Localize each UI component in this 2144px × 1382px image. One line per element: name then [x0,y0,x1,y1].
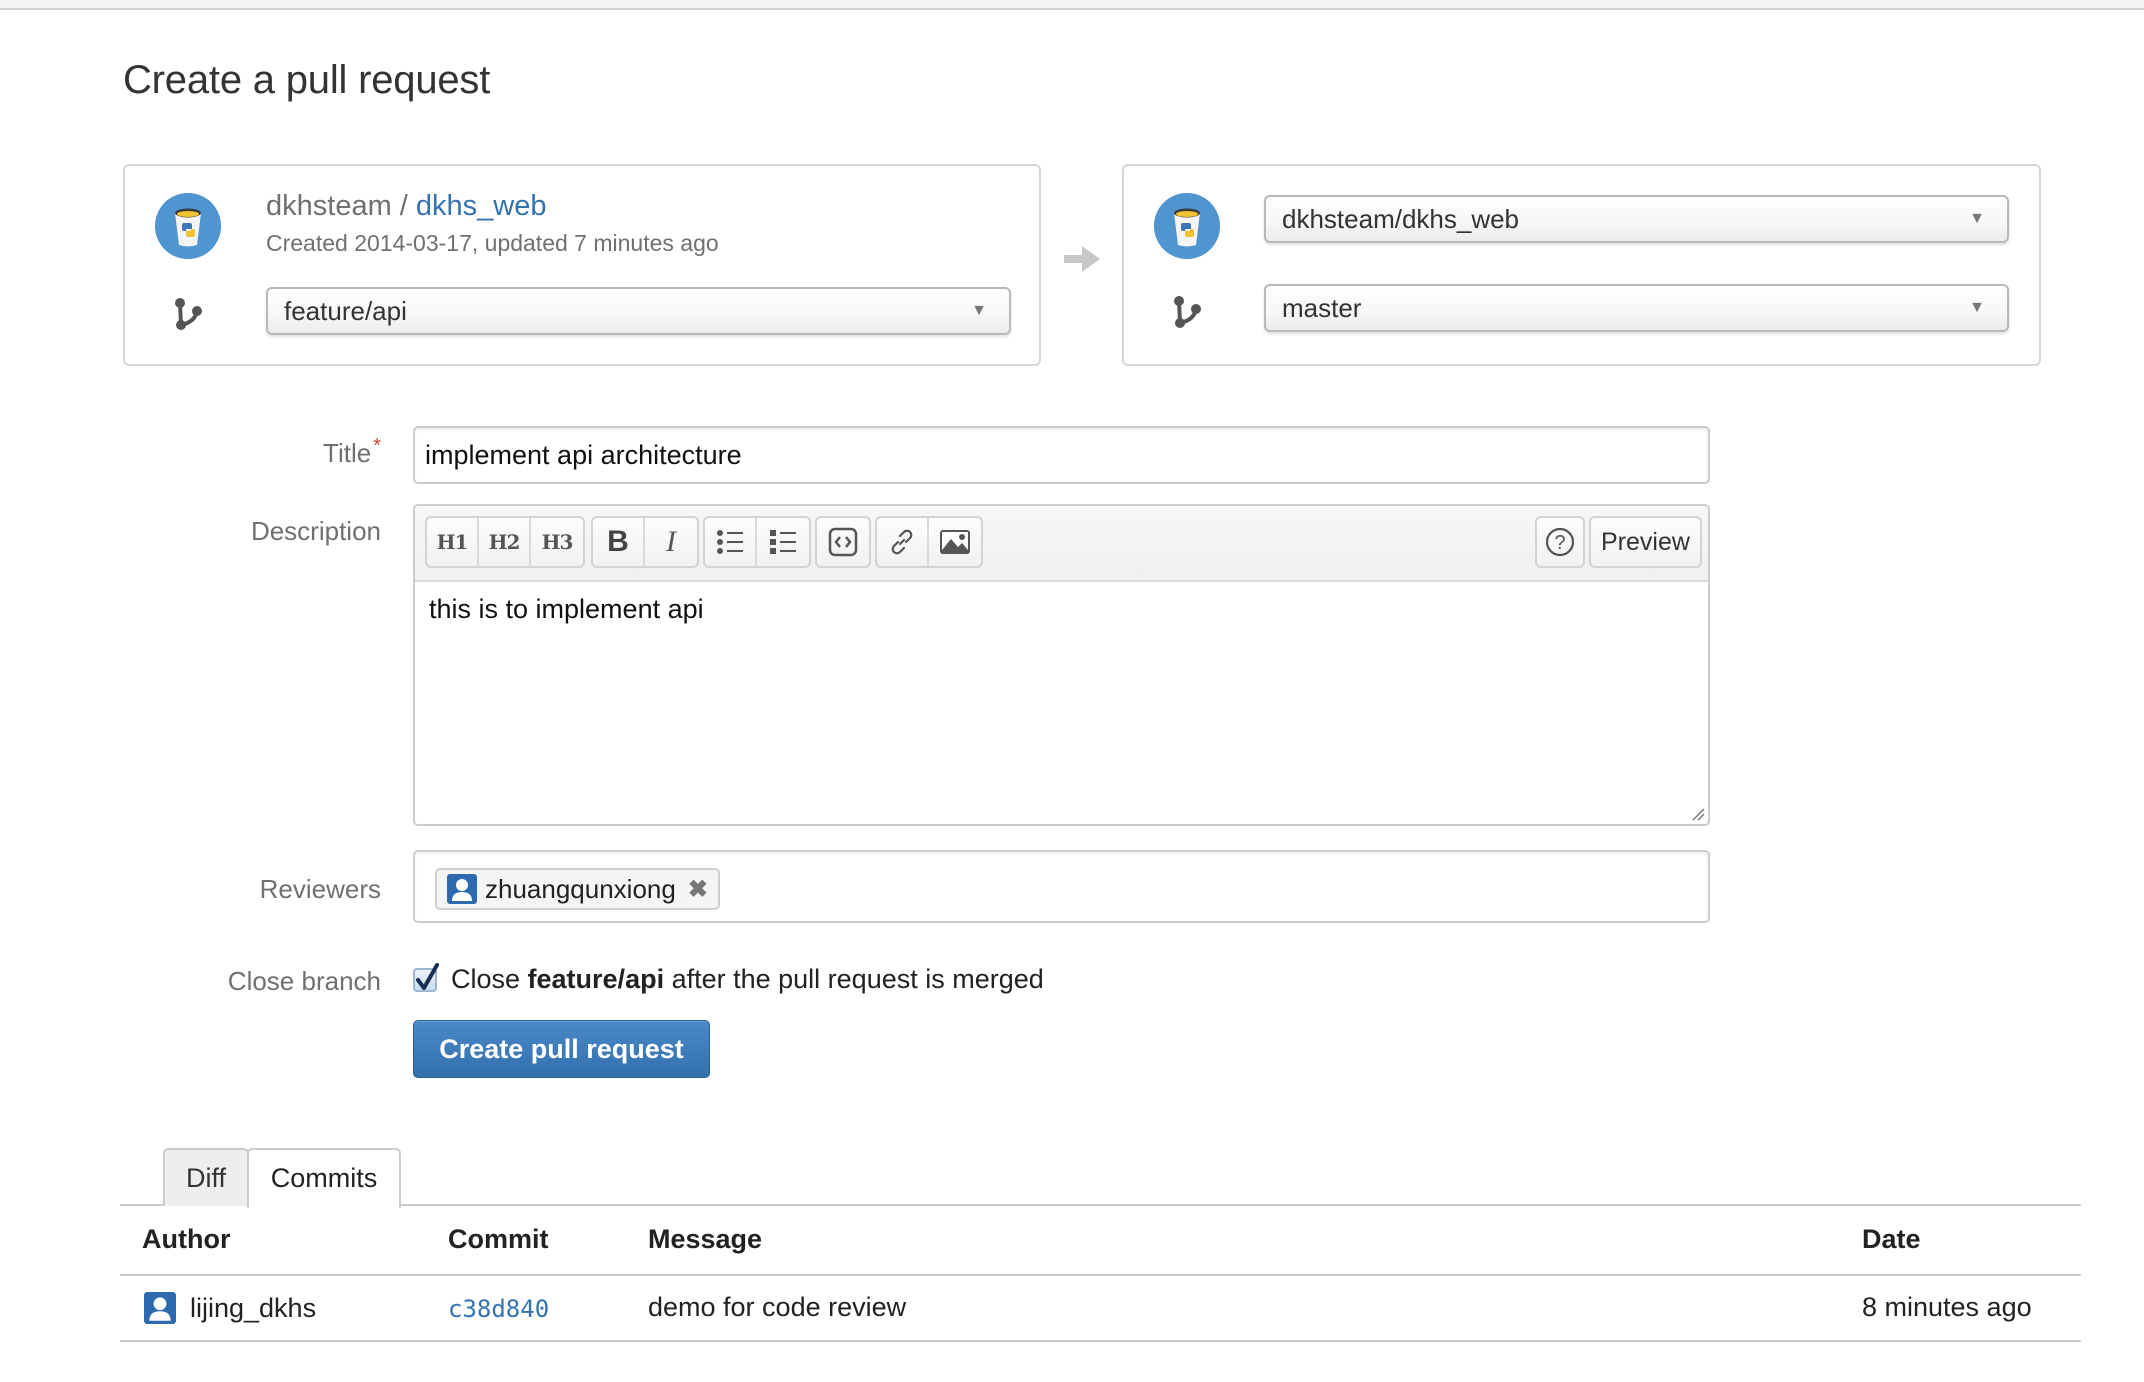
arrow-right-icon [1064,246,1100,272]
italic-button[interactable]: I [645,518,697,566]
target-repo-card: dkhsteam/dkhs_web ▼ master ▼ [1122,164,2041,366]
column-header-author: Author [142,1224,231,1254]
h1-button[interactable]: H1 [427,518,479,566]
resize-handle-icon[interactable] [1691,807,1705,821]
close-branch-text-prefix: Close [451,964,528,994]
close-branch-text-branch: feature/api [527,964,665,994]
source-branch-value: feature/api [284,296,407,326]
column-header-message: Message [648,1224,763,1254]
column-header-commit: Commit [448,1224,549,1254]
chevron-down-icon: ▼ [1969,299,1985,316]
close-branch-checkbox[interactable] [413,962,439,992]
chevron-down-icon: ▼ [1969,210,1985,227]
tab-bar: Diff Commits [120,1148,2081,1208]
title-label-text: Title [323,438,372,468]
table-divider [120,1274,2081,1276]
repo-separator: / [391,190,416,222]
source-repo-meta: Created 2014-03-17, updated 7 minutes ag… [266,230,719,256]
image-icon [940,530,970,554]
close-branch-label: Close branch [227,966,381,996]
branch-icon [1170,294,1204,330]
h3-button[interactable]: H3 [531,518,583,566]
commit-date: 8 minutes ago [1862,1292,2032,1322]
h2-button[interactable]: H2 [479,518,531,566]
branch-icon [171,296,205,332]
description-editor: H1 H2 H3 B I ? Preview this is to implem… [413,504,1710,826]
code-button-group [815,516,871,568]
reviewer-name: zhuangqunxiong [485,873,676,904]
svg-text:?: ? [1554,532,1565,554]
help-button-group: ? [1535,516,1585,568]
close-branch-row: Close feature/api after the pull request… [413,962,1044,995]
help-icon: ? [1545,527,1575,557]
target-repo-select[interactable]: dkhsteam/dkhs_web ▼ [1264,195,2009,243]
insert-button-group [875,516,983,568]
tab-diff[interactable]: Diff [163,1148,249,1206]
numbered-list-icon [770,530,796,554]
user-icon [144,1292,176,1324]
preview-button[interactable]: Preview [1591,518,1700,566]
title-label: Title * [323,435,381,469]
bullet-list-icon [717,530,743,554]
numbered-list-button[interactable] [757,518,809,566]
checkmark-icon [416,962,439,990]
code-button[interactable] [817,518,869,566]
code-icon [828,527,858,557]
description-label: Description [250,516,381,546]
browser-top-bar [0,0,2144,10]
target-branch-value: master [1282,293,1362,323]
help-button[interactable]: ? [1537,518,1583,566]
remove-icon[interactable]: ✖ [688,875,708,904]
format-button-group: B I [591,516,699,568]
column-header-date: Date [1862,1224,1921,1254]
link-button[interactable] [877,518,929,566]
reviewers-label: Reviewers [259,874,381,904]
source-branch-select[interactable]: feature/api ▼ [266,287,1011,335]
description-textarea[interactable]: this is to implement api [429,594,704,625]
commit-message: demo for code review [648,1292,907,1322]
source-repo-owner: dkhsteam [266,190,392,222]
python-bucket-avatar-icon [1154,193,1220,259]
table-divider [120,1340,2081,1342]
tab-commits[interactable]: Commits [247,1148,401,1208]
heading-button-group: H1 H2 H3 [425,516,585,568]
source-repo-title: dkhsteam / dkhs_web [266,190,547,223]
image-button[interactable] [929,518,981,566]
commit-author: lijing_dkhs [144,1292,316,1324]
python-bucket-avatar-icon [155,193,221,259]
commit-author-name: lijing_dkhs [190,1292,317,1323]
list-button-group [703,516,811,568]
source-repo-link[interactable]: dkhs_web [416,190,547,222]
commit-hash-link[interactable]: c38d840 [448,1295,549,1323]
source-repo-card: dkhsteam / dkhs_web Created 2014-03-17, … [123,164,1041,366]
bullet-list-button[interactable] [705,518,757,566]
reviewers-input[interactable]: zhuangqunxiong ✖ [413,850,1710,923]
page-title: Create a pull request [123,58,491,102]
title-input[interactable]: implement api architecture [413,426,1710,484]
title-input-value: implement api architecture [425,440,742,470]
preview-button-group: Preview [1589,516,1702,568]
target-repo-value: dkhsteam/dkhs_web [1282,204,1520,234]
editor-toolbar: H1 H2 H3 B I ? Preview [415,506,1708,582]
link-icon [891,529,913,555]
chevron-down-icon: ▼ [971,302,987,319]
required-marker: * [373,435,381,457]
user-icon [447,874,477,904]
bold-button[interactable]: B [593,518,645,566]
reviewer-chip: zhuangqunxiong ✖ [435,868,720,910]
close-branch-text-suffix: after the pull request is merged [664,964,1044,994]
target-branch-select[interactable]: master ▼ [1264,284,2009,332]
create-pull-request-button[interactable]: Create pull request [413,1020,710,1078]
